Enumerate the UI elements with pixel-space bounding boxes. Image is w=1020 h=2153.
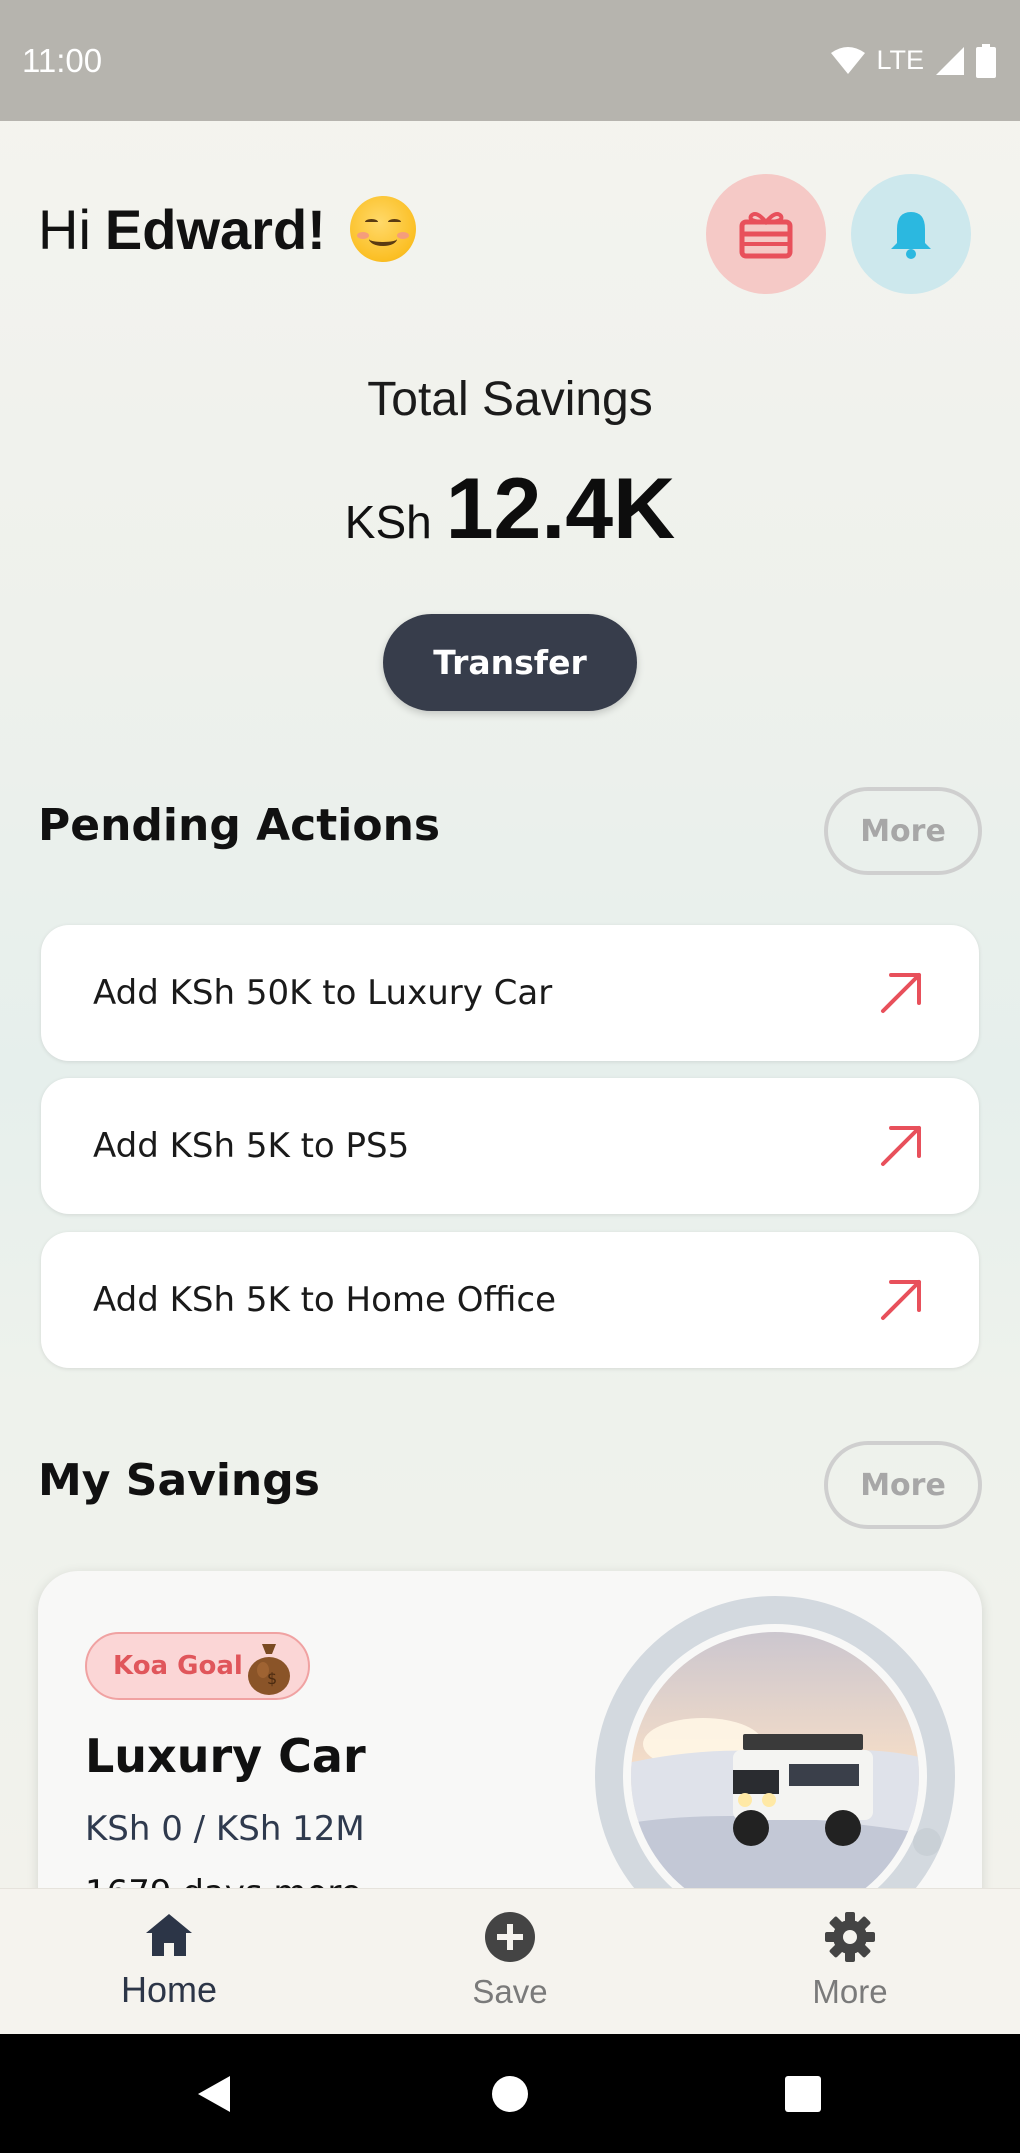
pending-action-text: Add KSh 5K to Home Office bbox=[93, 1280, 557, 1320]
goal-car-image bbox=[631, 1632, 919, 1920]
greeting: Hi Edward! bbox=[38, 196, 416, 262]
battery-icon bbox=[976, 43, 996, 78]
goal-progress-text: KSh 0 / KSh 12M bbox=[85, 1809, 365, 1849]
money-bag-icon: $ bbox=[248, 1644, 290, 1695]
app-screen: 11:00 LTE Hi Edward! Total Savings KSh 1… bbox=[0, 0, 1020, 2153]
pending-action-text: Add KSh 5K to PS5 bbox=[93, 1126, 410, 1166]
my-savings-title: My Savings bbox=[38, 1455, 320, 1506]
gear-icon bbox=[825, 1912, 875, 1962]
total-savings-amount: KSh 12.4K bbox=[0, 460, 1020, 559]
transfer-button[interactable]: Transfer bbox=[383, 614, 637, 711]
pending-actions-title: Pending Actions bbox=[38, 800, 441, 851]
notifications-button[interactable] bbox=[851, 174, 971, 294]
nav-more-label: More bbox=[812, 1973, 888, 2010]
pending-more-button[interactable]: More bbox=[824, 787, 982, 875]
home-circle-icon bbox=[492, 2075, 528, 2112]
pending-action-item[interactable]: Add KSh 5K to PS5 bbox=[41, 1078, 979, 1214]
pending-action-item[interactable]: Add KSh 5K to Home Office bbox=[41, 1232, 979, 1368]
user-name: Edward! bbox=[104, 197, 326, 261]
arrow-up-right-icon bbox=[881, 973, 921, 1013]
arrow-up-right-icon bbox=[881, 1126, 921, 1166]
wifi-icon bbox=[831, 46, 866, 74]
svg-text:$: $ bbox=[267, 1669, 277, 1688]
smiling-face-icon bbox=[349, 196, 416, 262]
arrow-up-right-icon bbox=[881, 1280, 921, 1320]
status-icons: LTE bbox=[830, 43, 996, 78]
back-button[interactable] bbox=[190, 2034, 240, 2153]
status-time: 11:00 bbox=[22, 41, 103, 79]
gift-icon bbox=[739, 212, 793, 259]
bottom-navigation: Home Save More bbox=[0, 1888, 1020, 2034]
nav-home[interactable]: Home bbox=[69, 1911, 269, 2011]
pending-action-text: Add KSh 50K to Luxury Car bbox=[93, 973, 553, 1013]
currency-label: KSh bbox=[344, 496, 432, 548]
gift-button[interactable] bbox=[706, 174, 826, 294]
nav-more[interactable]: More bbox=[750, 1911, 950, 2011]
savings-value: 12.4K bbox=[445, 461, 676, 557]
greeting-prefix: Hi bbox=[38, 197, 91, 261]
recents-square-icon bbox=[785, 2075, 821, 2112]
recents-button[interactable] bbox=[783, 2034, 823, 2153]
back-triangle-icon bbox=[198, 2075, 230, 2112]
goal-name: Luxury Car bbox=[85, 1729, 366, 1783]
goal-type-badge: Koa Goal $ bbox=[85, 1632, 310, 1700]
system-navigation-bar bbox=[0, 2034, 1020, 2153]
total-savings-label: Total Savings bbox=[367, 373, 653, 426]
signal-icon bbox=[936, 46, 964, 75]
nav-home-label: Home bbox=[120, 1969, 218, 2010]
status-bar: 11:00 LTE bbox=[0, 0, 1020, 121]
bell-icon bbox=[891, 212, 931, 259]
home-system-button[interactable] bbox=[490, 2034, 530, 2153]
network-type: LTE bbox=[876, 45, 924, 75]
nav-save[interactable]: Save bbox=[410, 1911, 610, 2011]
plus-circle-icon bbox=[485, 1912, 535, 1962]
pending-action-item[interactable]: Add KSh 50K to Luxury Car bbox=[41, 925, 979, 1061]
home-icon bbox=[146, 1914, 192, 1956]
goal-type-label: Koa Goal bbox=[113, 1651, 243, 1681]
nav-save-label: Save bbox=[472, 1973, 548, 2010]
savings-more-button[interactable]: More bbox=[824, 1441, 982, 1529]
